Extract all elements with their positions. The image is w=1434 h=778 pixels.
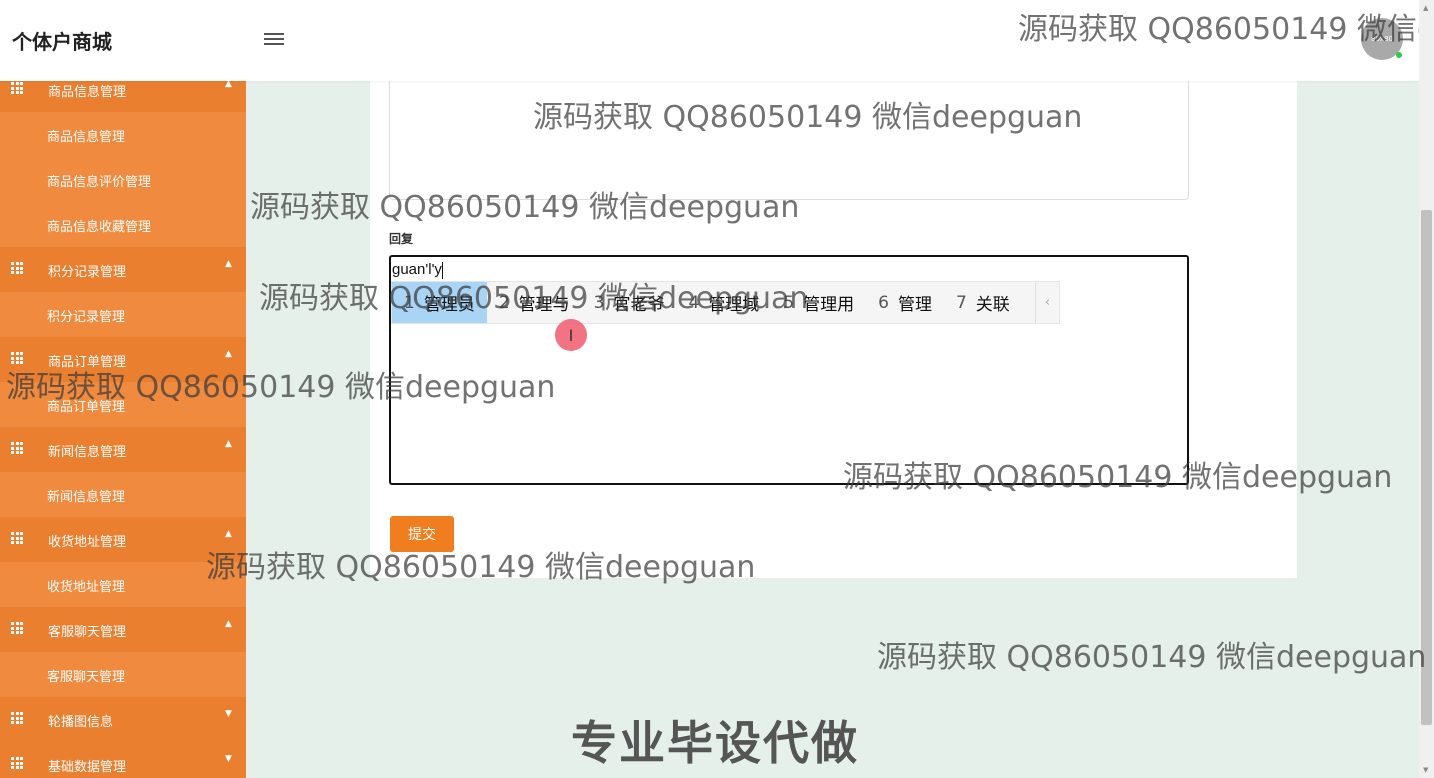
reply-label: 回复	[389, 232, 414, 246]
scroll-down-icon[interactable]: ▼	[1423, 766, 1428, 774]
sidebar-group-carousel[interactable]: 轮播图信息 ▼	[0, 697, 246, 742]
chevron-up-icon: ▲	[225, 439, 232, 449]
sidebar-group-address[interactable]: 收货地址管理 ▲	[0, 517, 246, 562]
page-scrollbar[interactable]: ▲ ▼	[1419, 0, 1434, 778]
ime-candidate[interactable]: 3 官老爷	[582, 282, 677, 323]
grid-icon	[11, 352, 23, 364]
text-caret	[441, 261, 443, 279]
sidebar-item-orders[interactable]: 商品订单管理	[0, 382, 246, 427]
chevron-up-icon: ▲	[225, 259, 232, 269]
chevron-down-icon: ▼	[225, 709, 232, 719]
sidebar-item-news[interactable]: 新闻信息管理	[0, 472, 246, 517]
grid-icon	[11, 622, 23, 634]
ime-candidate[interactable]: 1 管理员	[392, 282, 487, 323]
sidebar-item-product[interactable]: 商品信息管理	[0, 112, 246, 157]
chevron-down-icon: ▼	[225, 754, 232, 764]
grid-icon	[11, 712, 23, 724]
top-header: 个体户商城 80x80	[0, 0, 1419, 81]
chevron-up-icon: ▲	[225, 349, 232, 359]
sidebar-group-news[interactable]: 新闻信息管理 ▲	[0, 427, 246, 472]
submit-button[interactable]: 提交	[390, 516, 454, 552]
sidebar-item-chat[interactable]: 客服聊天管理	[0, 652, 246, 697]
sidebar-item-points[interactable]: 积分记录管理	[0, 292, 246, 337]
ime-candidate-bar: 1 管理员 2 管理与 3 官老爷 4 管理域 5 管理用 6 管理 7 关联 ‹	[391, 281, 1060, 324]
mouse-cursor-icon: I	[555, 319, 587, 351]
ime-candidate[interactable]: 7 关联	[944, 282, 1022, 323]
grid-icon	[11, 262, 23, 274]
scroll-up-icon[interactable]: ▲	[1423, 4, 1428, 12]
ime-candidate[interactable]: 4 管理域	[676, 282, 771, 323]
grid-icon	[11, 757, 23, 769]
brand-title: 个体户商城	[12, 30, 112, 54]
sidebar-item-address[interactable]: 收货地址管理	[0, 562, 246, 607]
grid-icon	[11, 442, 23, 454]
sidebar-group-base-data[interactable]: 基础数据管理 ▼	[0, 742, 246, 778]
ime-candidate[interactable]: 5 管理用	[771, 282, 866, 323]
grid-icon	[11, 532, 23, 544]
sidebar-item-product-review[interactable]: 商品信息评价管理	[0, 157, 246, 202]
ime-prev-page-icon[interactable]: ‹	[1035, 282, 1059, 323]
chevron-up-icon: ▲	[225, 529, 232, 539]
scrollbar-thumb[interactable]	[1421, 210, 1432, 725]
sidebar-group-chat[interactable]: 客服聊天管理 ▲	[0, 607, 246, 652]
sidebar-group-points[interactable]: 积分记录管理 ▲	[0, 247, 246, 292]
ime-candidate[interactable]: 6 管理	[866, 282, 944, 323]
sidebar-item-product-favorite[interactable]: 商品信息收藏管理	[0, 202, 246, 247]
promo-watermark: 专业毕设代做	[571, 716, 859, 770]
sidebar: 商品信息管理 ▲ 商品信息管理 商品信息评价管理 商品信息收藏管理 积分记录管理…	[0, 67, 246, 778]
message-content-box	[389, 81, 1189, 200]
reply-input-text[interactable]: guan'l'y	[392, 261, 443, 279]
online-status-icon	[1396, 52, 1402, 58]
hamburger-icon[interactable]	[264, 30, 286, 48]
sidebar-group-orders[interactable]: 商品订单管理 ▲	[0, 337, 246, 382]
ime-candidate[interactable]: 2 管理与	[487, 282, 582, 323]
chevron-up-icon: ▲	[225, 619, 232, 629]
grid-icon	[11, 82, 23, 94]
